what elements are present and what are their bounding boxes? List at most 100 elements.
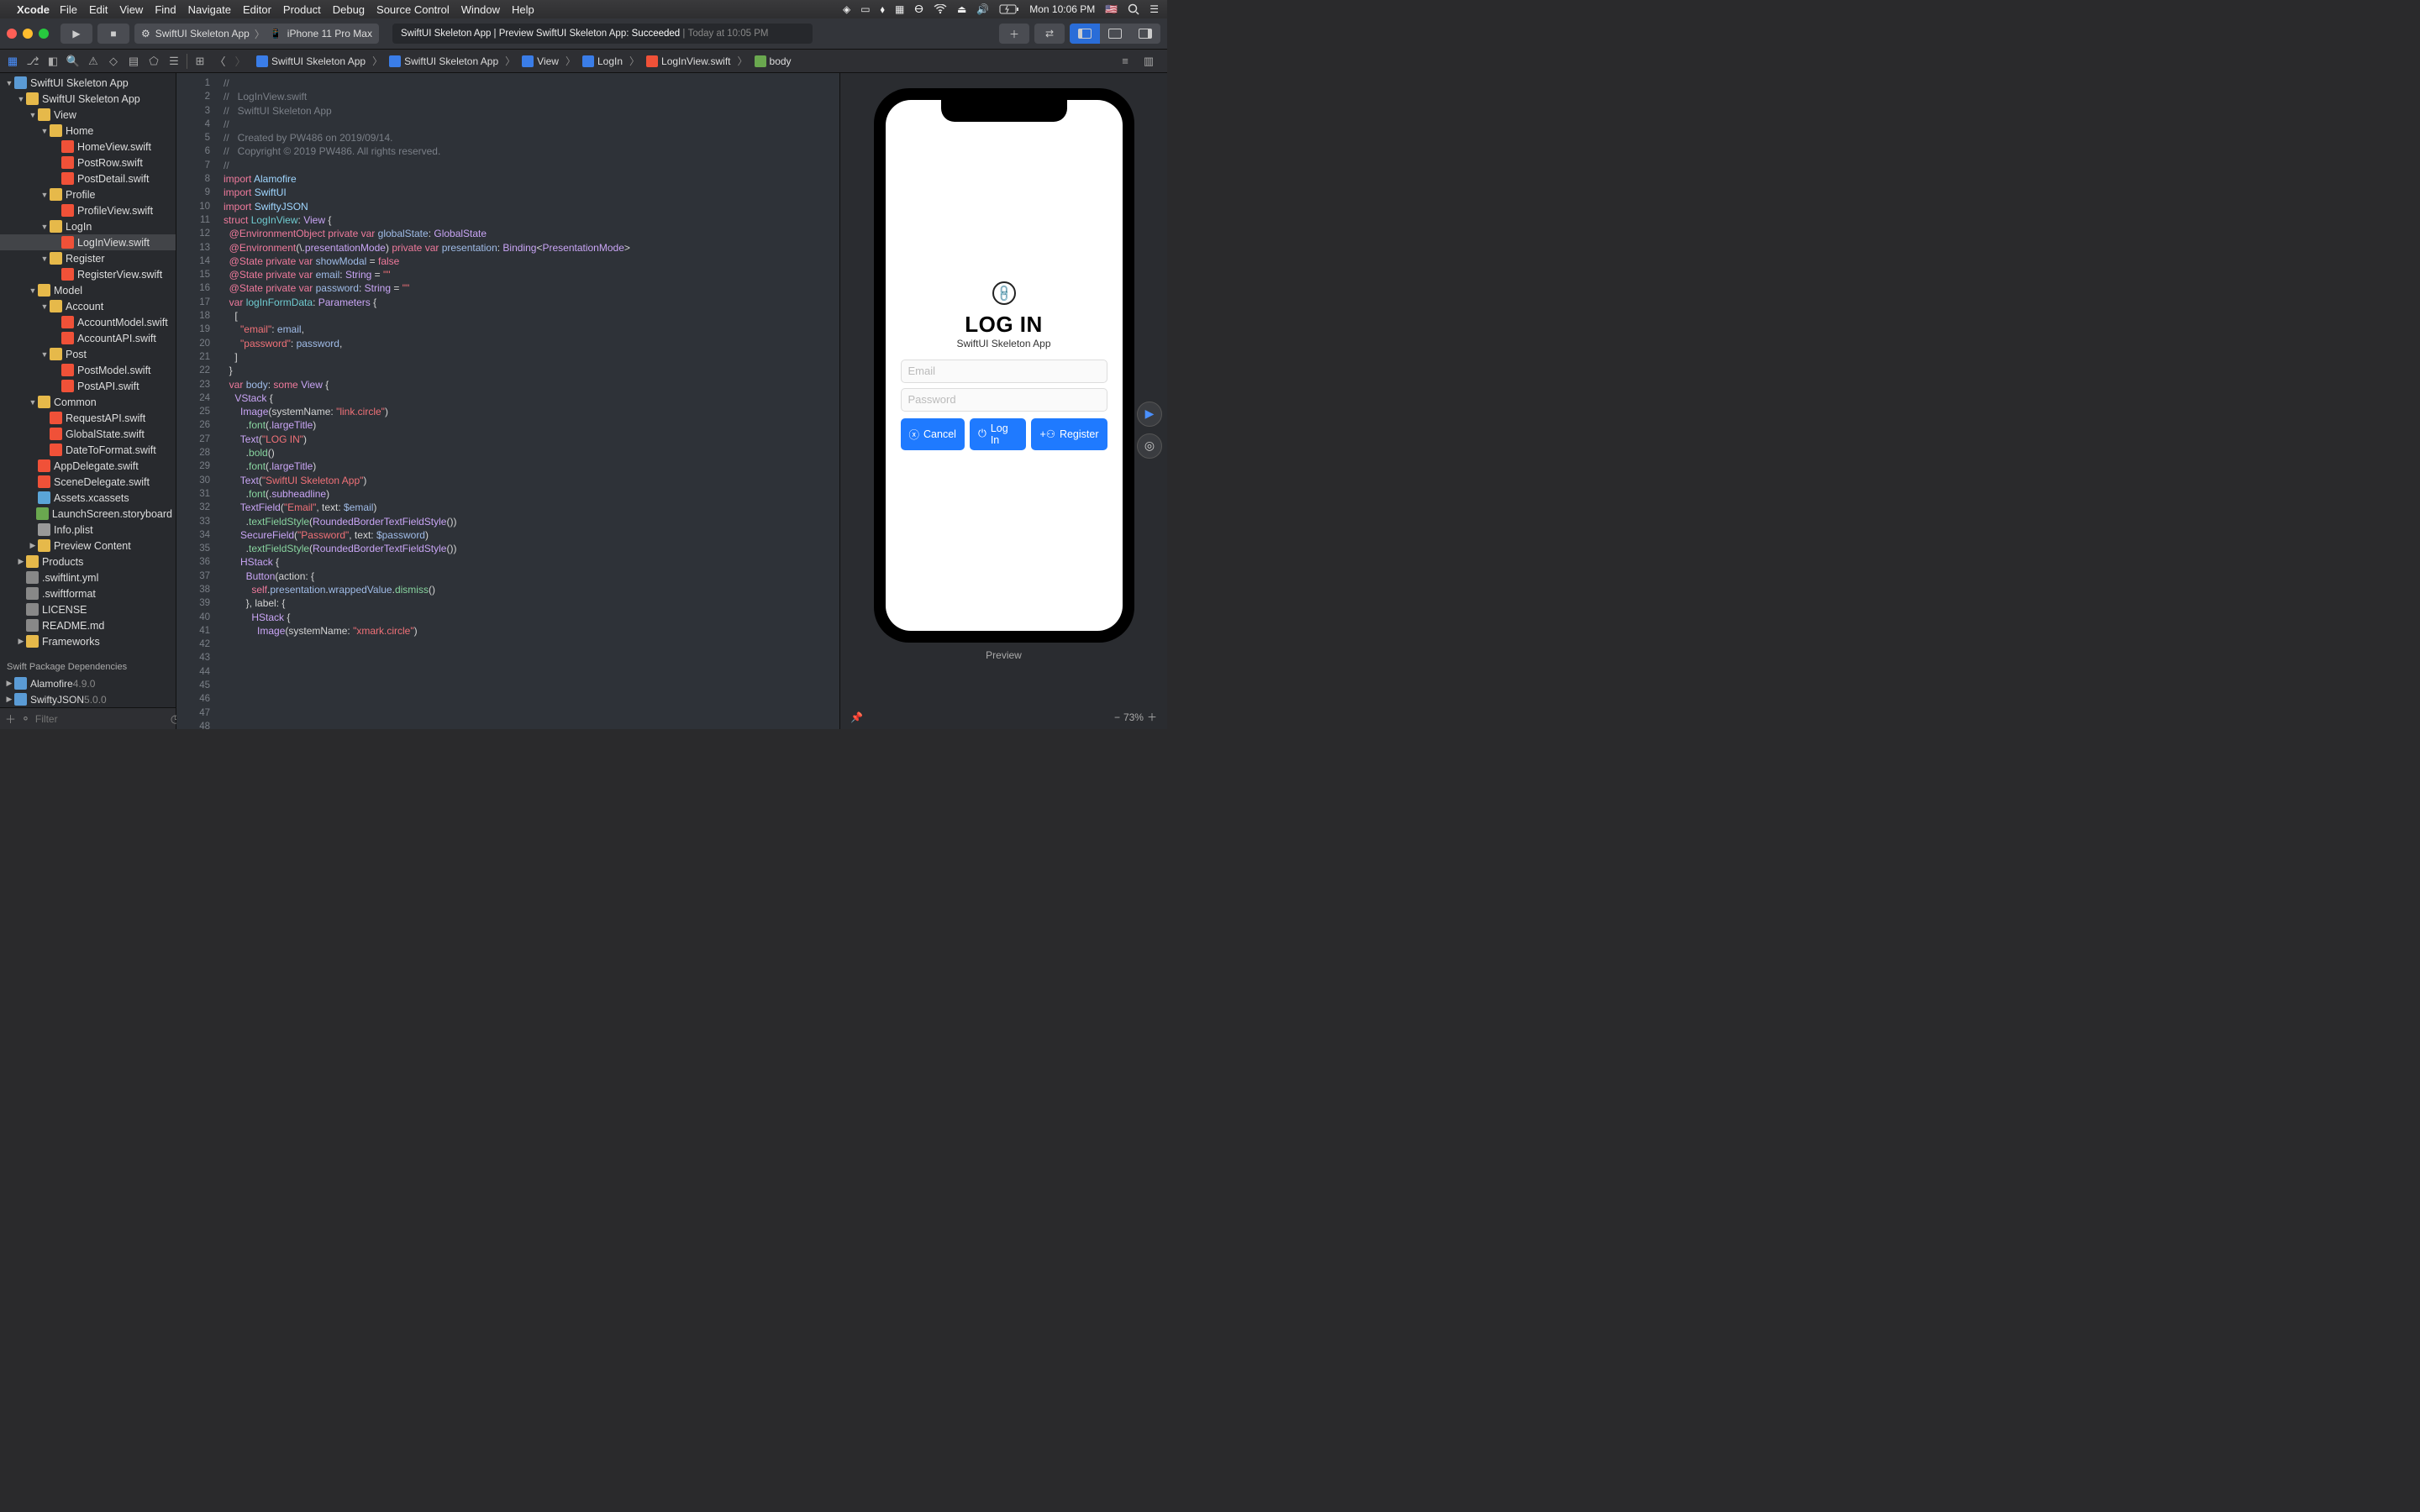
find-navigator-icon[interactable]: 🔍 [64,52,82,71]
tree-node[interactable]: ▼Account [0,298,176,314]
spotlight-icon[interactable] [1128,3,1139,15]
menu-window[interactable]: Window [461,3,500,16]
tree-node[interactable]: AccountModel.swift [0,314,176,330]
tree-node[interactable]: ProfileView.swift [0,202,176,218]
related-items-icon[interactable]: ⊞ [191,52,209,71]
jump-item[interactable]: View [517,55,564,67]
tree-node[interactable]: DateToFormat.swift [0,442,176,458]
library-button[interactable]: ＋ [999,24,1029,44]
report-navigator-icon[interactable]: ☰ [165,52,183,71]
device-screen[interactable]: 🔗 LOG IN SwiftUI Skeleton App Email Pass… [886,100,1123,631]
tree-node[interactable]: AccountAPI.swift [0,330,176,346]
menu-editor[interactable]: Editor [243,3,271,16]
menu-file[interactable]: File [60,3,77,16]
jump-item[interactable]: LogInView.swift [641,55,736,67]
screen-icon[interactable]: ▭ [860,3,870,15]
tree-node[interactable]: PostDetail.swift [0,171,176,186]
tree-node[interactable]: ▼Post [0,346,176,362]
menu-help[interactable]: Help [512,3,534,16]
assistant-editor-button[interactable] [1100,24,1130,44]
tree-node[interactable]: .swiftformat [0,585,176,601]
tree-node[interactable]: ▼SwiftUI Skeleton App [0,75,176,91]
run-button[interactable]: ▶ [60,24,92,44]
tree-node[interactable]: ▼LogIn [0,218,176,234]
battery-icon[interactable] [999,4,1019,14]
adjust-editor-icon[interactable]: ▥ [1139,52,1159,71]
control-center-icon[interactable]: ☰ [1150,3,1159,15]
add-icon[interactable]: ＋ [5,711,16,727]
password-field[interactable]: Password [901,388,1107,412]
tree-node[interactable]: ▼Home [0,123,176,139]
zoom-level[interactable]: 73% [1123,711,1144,723]
tree-node[interactable]: Info.plist [0,522,176,538]
flag-us-icon[interactable]: 🇺🇸 [1105,3,1118,15]
tree-node[interactable]: LICENSE [0,601,176,617]
live-preview-button[interactable]: ▶ [1137,402,1162,427]
jump-item[interactable]: LogIn [577,55,628,67]
glasses-icon[interactable]: ⴱ [914,3,923,15]
clock[interactable]: Mon 10:06 PM [1029,3,1095,15]
tree-node[interactable]: ▼SwiftUI Skeleton App [0,91,176,107]
tree-node[interactable]: RequestAPI.swift [0,410,176,426]
app-name[interactable]: Xcode [17,3,50,16]
menu-find[interactable]: Find [155,3,176,16]
jump-item[interactable]: SwiftUI Skeleton App [251,55,371,67]
tree-node[interactable]: AppDelegate.swift [0,458,176,474]
jump-item[interactable]: SwiftUI Skeleton App [384,55,503,67]
tree-node[interactable]: LogInView.swift [0,234,176,250]
preview-settings-button[interactable]: ◎ [1137,433,1162,459]
tree-node[interactable]: PostModel.swift [0,362,176,378]
tree-node[interactable]: ▶Preview Content [0,538,176,554]
tree-node[interactable]: ▼Common [0,394,176,410]
dependency-item[interactable]: ▶SwiftyJSON 5.0.0 [0,691,176,707]
zoom-in-button[interactable]: ＋ [1147,710,1157,724]
tree-node[interactable]: LaunchScreen.storyboard [0,506,176,522]
keyboard-icon[interactable]: ▦ [895,3,904,15]
tree-node[interactable]: ▶Frameworks [0,633,176,649]
code-content[interactable]: //// LogInView.swift// SwiftUI Skeleton … [217,73,839,729]
dropbox-icon[interactable]: ⬧ [881,3,885,16]
tree-node[interactable]: PostRow.swift [0,155,176,171]
wifi-icon[interactable] [934,4,947,14]
breakpoint-navigator-icon[interactable]: ⬠ [145,52,163,71]
debug-navigator-icon[interactable]: ▤ [124,52,143,71]
tree-node[interactable]: ▼Model [0,282,176,298]
tree-node[interactable]: GlobalState.swift [0,426,176,442]
project-navigator-icon[interactable]: ▦ [3,52,22,71]
zoom-out-button[interactable]: − [1114,711,1120,723]
menu-edit[interactable]: Edit [89,3,108,16]
menu-product[interactable]: Product [283,3,321,16]
stop-button[interactable]: ■ [97,24,129,44]
tree-node[interactable]: ▶Products [0,554,176,570]
minimap-toggle-icon[interactable]: ≡ [1115,52,1135,71]
minimize-button[interactable] [23,29,33,39]
tree-node[interactable]: PostAPI.swift [0,378,176,394]
email-field[interactable]: Email [901,360,1107,383]
forward-button[interactable]: 〉 [231,52,250,71]
tree-node[interactable]: RegisterView.swift [0,266,176,282]
menu-view[interactable]: View [119,3,143,16]
symbol-navigator-icon[interactable]: ◧ [44,52,62,71]
eject-icon[interactable]: ⏏ [957,3,966,15]
jump-item[interactable]: body [750,55,797,67]
login-button[interactable]: ⏻Log In [970,418,1027,450]
tree-node[interactable]: README.md [0,617,176,633]
docker-icon[interactable]: ◈ [843,3,850,15]
filter-input[interactable] [35,713,166,725]
dependency-item[interactable]: ▶Alamofire 4.9.0 [0,675,176,691]
close-button[interactable] [7,29,17,39]
version-editor-button[interactable] [1130,24,1160,44]
menu-debug[interactable]: Debug [333,3,365,16]
tree-node[interactable]: HomeView.swift [0,139,176,155]
tree-node[interactable]: ▼Register [0,250,176,266]
volume-icon[interactable]: 🔊 [976,3,989,15]
maximize-button[interactable] [39,29,49,39]
tree-node[interactable]: ▼Profile [0,186,176,202]
register-button[interactable]: +⚇Register [1031,418,1107,450]
pin-preview-icon[interactable]: 📌 [850,711,863,723]
code-review-button[interactable]: ⇄ [1034,24,1065,44]
back-button[interactable]: 〈 [211,52,229,71]
activity-viewer[interactable]: SwiftUI Skeleton App | Preview SwiftUI S… [392,24,813,44]
issue-navigator-icon[interactable]: ⚠ [84,52,103,71]
scheme-selector[interactable]: ⚙ SwiftUI Skeleton App 〉 📱 iPhone 11 Pro… [134,24,379,44]
